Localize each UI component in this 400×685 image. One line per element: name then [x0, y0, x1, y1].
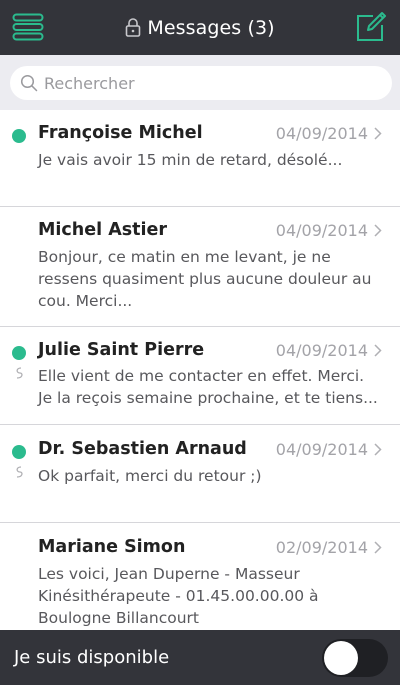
sender-name: Mariane Simon	[38, 537, 186, 557]
availability-toggle[interactable]	[322, 639, 388, 677]
search-icon	[20, 74, 38, 92]
sender-name: Dr. Sebastien Arnaud	[38, 439, 247, 459]
toggle-knob	[324, 641, 358, 675]
chevron-right-icon	[374, 127, 382, 140]
message-preview: Elle vient de me contacter en effet. Mer…	[38, 367, 378, 407]
menu-icon	[12, 13, 44, 41]
message-date: 02/09/2014	[275, 538, 368, 557]
message-preview: Je vais avoir 15 min de retard, désolé..…	[38, 151, 343, 169]
message-row[interactable]: Julie Saint Pierre 04/09/2014 Elle vient…	[0, 327, 400, 425]
sender-name: Julie Saint Pierre	[38, 340, 205, 360]
unread-dot	[12, 445, 26, 459]
page-title: Messages (3)	[147, 16, 275, 39]
sender-name: Michel Astier	[38, 220, 168, 240]
compose-icon	[357, 12, 386, 41]
title-group: Messages (3)	[125, 16, 275, 39]
message-row[interactable]: Mariane Simon 02/09/2014 Les voici, Jean…	[0, 523, 400, 630]
chevron-right-icon	[374, 443, 382, 456]
message-preview: Les voici, Jean Duperne - Masseur Kinési…	[38, 565, 319, 627]
top-bar: Messages (3)	[0, 0, 400, 55]
message-preview: Ok parfait, merci du retour ;)	[38, 467, 262, 485]
lock-icon	[126, 17, 141, 37]
unread-dot	[12, 129, 26, 143]
menu-button[interactable]	[12, 13, 44, 41]
compose-button[interactable]	[355, 11, 387, 43]
chevron-right-icon	[374, 224, 382, 237]
availability-label: Je suis disponible	[14, 647, 170, 668]
message-row[interactable]: Dr. Sebastien Arnaud 04/09/2014 Ok parfa…	[0, 425, 400, 523]
search-input[interactable]	[44, 73, 364, 93]
message-row[interactable]: Françoise Michel 04/09/2014 Je vais avoi…	[0, 110, 400, 207]
search-field[interactable]	[10, 66, 392, 100]
replied-icon	[16, 367, 23, 379]
search-bar	[0, 55, 400, 110]
unread-dot	[12, 346, 26, 360]
message-date: 04/09/2014	[275, 440, 368, 459]
chevron-right-icon	[374, 344, 382, 357]
replied-icon	[16, 466, 23, 478]
sender-name: Françoise Michel	[38, 123, 203, 143]
message-row[interactable]: Michel Astier 04/09/2014 Bonjour, ce mat…	[0, 207, 400, 327]
message-date: 04/09/2014	[275, 341, 368, 360]
chevron-right-icon	[374, 541, 382, 554]
message-preview: Bonjour, ce matin en me levant, je ne re…	[38, 248, 372, 310]
message-date: 04/09/2014	[275, 221, 368, 240]
availability-bar: Je suis disponible	[0, 630, 400, 685]
message-date: 04/09/2014	[275, 124, 368, 143]
message-list: Françoise Michel 04/09/2014 Je vais avoi…	[0, 110, 400, 630]
